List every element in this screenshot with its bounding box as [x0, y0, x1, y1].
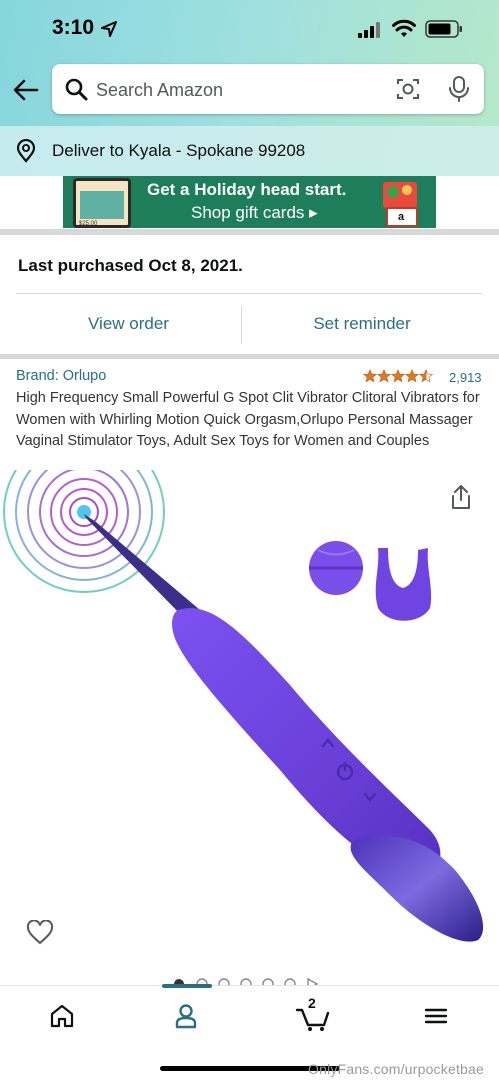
section-divider	[0, 229, 499, 235]
product-title: High Frequency Small Powerful G Spot Cli…	[16, 390, 480, 449]
banner-link: Shop gift cards ▸	[191, 203, 318, 222]
deliver-to-text: Deliver to Kyala - Spokane 99208	[52, 141, 306, 160]
search-input[interactable]	[96, 78, 376, 102]
rating-stars-icon[interactable]	[363, 369, 435, 385]
camera-search-icon[interactable]	[396, 77, 420, 101]
home-icon	[50, 1004, 74, 1028]
banner-headline: Get a Holiday head start.	[147, 180, 347, 199]
back-arrow-icon[interactable]	[12, 76, 40, 104]
rating-count[interactable]: 2,913	[449, 370, 482, 385]
section-divider	[0, 354, 499, 359]
menu-icon	[424, 1008, 448, 1024]
search-box[interactable]	[52, 64, 484, 114]
gift-card-banner[interactable]: $25.00 Get a Holiday head start. Shop gi…	[63, 176, 436, 228]
search-row	[0, 62, 499, 118]
search-icon	[65, 78, 88, 101]
signal-icon	[358, 22, 380, 38]
deliver-to-bar[interactable]: Deliver to Kyala - Spokane 99208	[0, 126, 499, 176]
phone-illustration: $25.00	[73, 178, 131, 228]
heart-icon[interactable]	[26, 920, 54, 946]
last-purchased-text: Last purchased Oct 8, 2021.	[18, 256, 243, 275]
card-letter: a	[398, 211, 405, 223]
share-icon[interactable]	[450, 484, 472, 510]
watermark-text: OnlyFans.com/urpocketbae	[308, 1061, 484, 1077]
nav-account[interactable]	[168, 998, 208, 1034]
app-header: 3:10 Search Amazon Deliver to Kyala - Sp…	[0, 0, 499, 176]
gift-card-illustration: a	[379, 178, 425, 228]
microphone-icon[interactable]	[448, 76, 470, 102]
account-icon	[175, 1004, 197, 1029]
battery-icon	[425, 20, 462, 38]
product-image[interactable]	[0, 431, 499, 982]
nav-home[interactable]	[44, 998, 84, 1034]
cart-count-badge: 2	[308, 995, 316, 1011]
location-pin-icon	[16, 139, 36, 163]
active-tab-indicator	[162, 984, 212, 988]
divider	[16, 293, 482, 294]
nav-menu[interactable]	[418, 998, 458, 1034]
phone-text: $25.00	[79, 221, 98, 227]
brand-link[interactable]: Brand: Orlupo	[16, 368, 106, 384]
location-arrow-icon	[101, 21, 117, 37]
view-order-button[interactable]: View order	[16, 304, 241, 344]
wifi-icon	[392, 19, 416, 37]
status-bar: 3:10	[0, 0, 499, 58]
set-reminder-button[interactable]: Set reminder	[242, 304, 482, 344]
nav-cart[interactable]: 2	[294, 995, 334, 1034]
status-time: 3:10	[52, 16, 95, 39]
